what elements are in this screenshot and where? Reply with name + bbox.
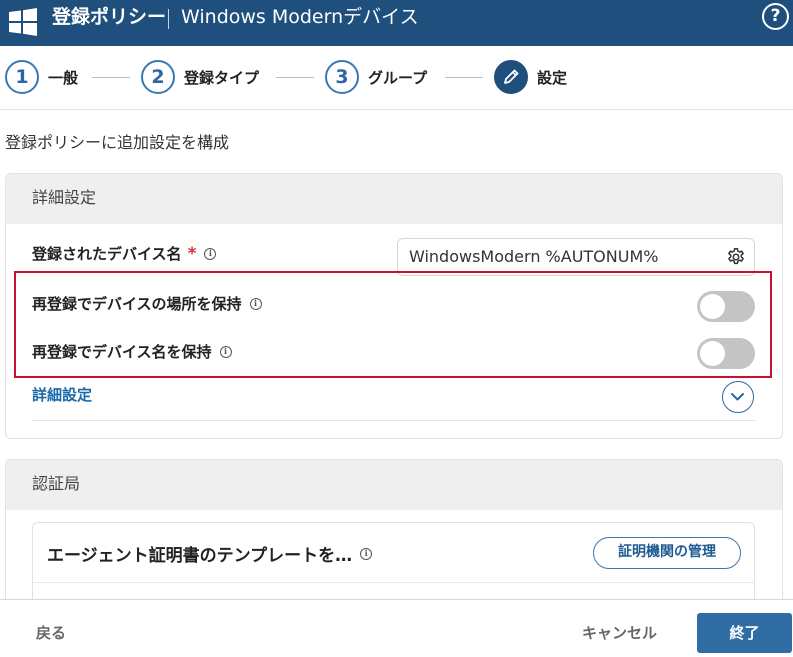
required-mark: * — [187, 243, 197, 264]
step-enrollment-type[interactable]: 2 登録タイプ — [141, 60, 259, 94]
step-number: 2 — [141, 60, 175, 94]
step-label: グループ — [368, 68, 428, 87]
agent-template-label: エージェント証明書のテンプレートを… i — [47, 541, 373, 566]
advanced-settings-link[interactable]: 詳細設定 — [32, 384, 92, 405]
app-header: 登録ポリシー Windows Modernデバイス ? — [0, 0, 793, 46]
step-connector — [92, 77, 130, 78]
gear-icon[interactable] — [726, 247, 746, 267]
windows-logo-icon — [9, 8, 37, 36]
step-label: 登録タイプ — [184, 68, 260, 87]
cancel-button[interactable]: キャンセル — [582, 622, 657, 643]
step-connector — [445, 77, 483, 78]
back-button[interactable]: 戻る — [36, 622, 66, 643]
step-connector — [276, 77, 314, 78]
step-general[interactable]: 1 一般 — [5, 60, 78, 94]
finish-button[interactable]: 終了 — [697, 613, 792, 653]
intro-text: 登録ポリシーに追加設定を構成 — [5, 133, 230, 152]
ca-card-title: 認証局 — [6, 460, 782, 510]
pencil-icon — [494, 60, 528, 94]
device-name-label-text: 登録されたデバイス名 — [32, 245, 182, 263]
info-icon[interactable]: i — [204, 247, 217, 260]
page-title: 登録ポリシー — [52, 6, 167, 28]
footer-bar: 戻る キャンセル 終了 — [0, 599, 793, 657]
agent-template-label-text: エージェント証明書のテンプレートを… — [47, 546, 353, 566]
divider — [32, 420, 755, 421]
step-number: 3 — [325, 60, 359, 94]
details-card-title: 詳細設定 — [6, 174, 782, 224]
step-group[interactable]: 3 グループ — [325, 60, 427, 94]
divider — [32, 582, 755, 583]
step-label: 一般 — [48, 68, 79, 87]
page-subtitle: Windows Modernデバイス — [181, 6, 419, 28]
highlight-box — [14, 271, 772, 378]
info-icon[interactable]: i — [360, 547, 373, 560]
step-label: 設定 — [537, 68, 568, 87]
device-name-label: 登録されたデバイス名 * i — [32, 243, 217, 264]
wizard-stepper: 1 一般 2 登録タイプ 3 グループ 設定 — [0, 46, 793, 110]
header-divider — [168, 9, 169, 29]
device-name-value: WindowsModern %AUTONUM% — [409, 247, 659, 266]
help-icon[interactable]: ? — [762, 3, 789, 30]
step-settings[interactable]: 設定 — [494, 60, 567, 94]
step-number: 1 — [5, 60, 39, 94]
manage-ca-button[interactable]: 証明機関の管理 — [593, 537, 741, 569]
chevron-down-icon[interactable] — [722, 381, 754, 413]
